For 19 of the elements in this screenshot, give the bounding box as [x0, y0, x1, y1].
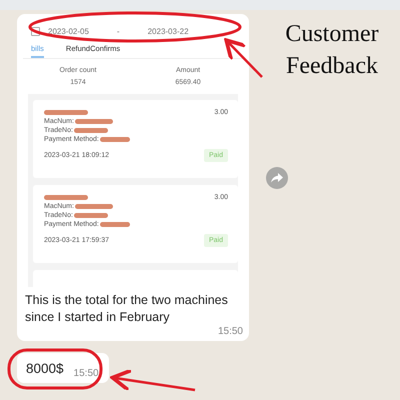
- redaction-mark: [100, 137, 130, 142]
- redaction-mark: [44, 110, 88, 115]
- message-time: 15:50: [74, 368, 99, 379]
- message-text: 8000$: [26, 361, 64, 378]
- annotation-title: Customer Feedback: [284, 20, 380, 81]
- date-to: 2023-03-22: [148, 26, 189, 36]
- redaction-mark: [74, 119, 113, 124]
- date-separator: -: [116, 26, 120, 36]
- redaction-mark: [74, 213, 108, 218]
- redaction-mark: [44, 195, 88, 200]
- forward-icon[interactable]: [266, 166, 288, 188]
- redaction-mark: [74, 128, 108, 133]
- annotation-arrow: [224, 38, 263, 78]
- redaction-mark: [100, 222, 130, 227]
- message-text: This is the total for the two machines since I started in February: [25, 292, 229, 326]
- redaction-mark: [74, 204, 113, 209]
- date-from: 2023-02-05: [48, 26, 89, 36]
- message-time: 15:50: [216, 326, 243, 337]
- calendar-icon: [31, 26, 40, 36]
